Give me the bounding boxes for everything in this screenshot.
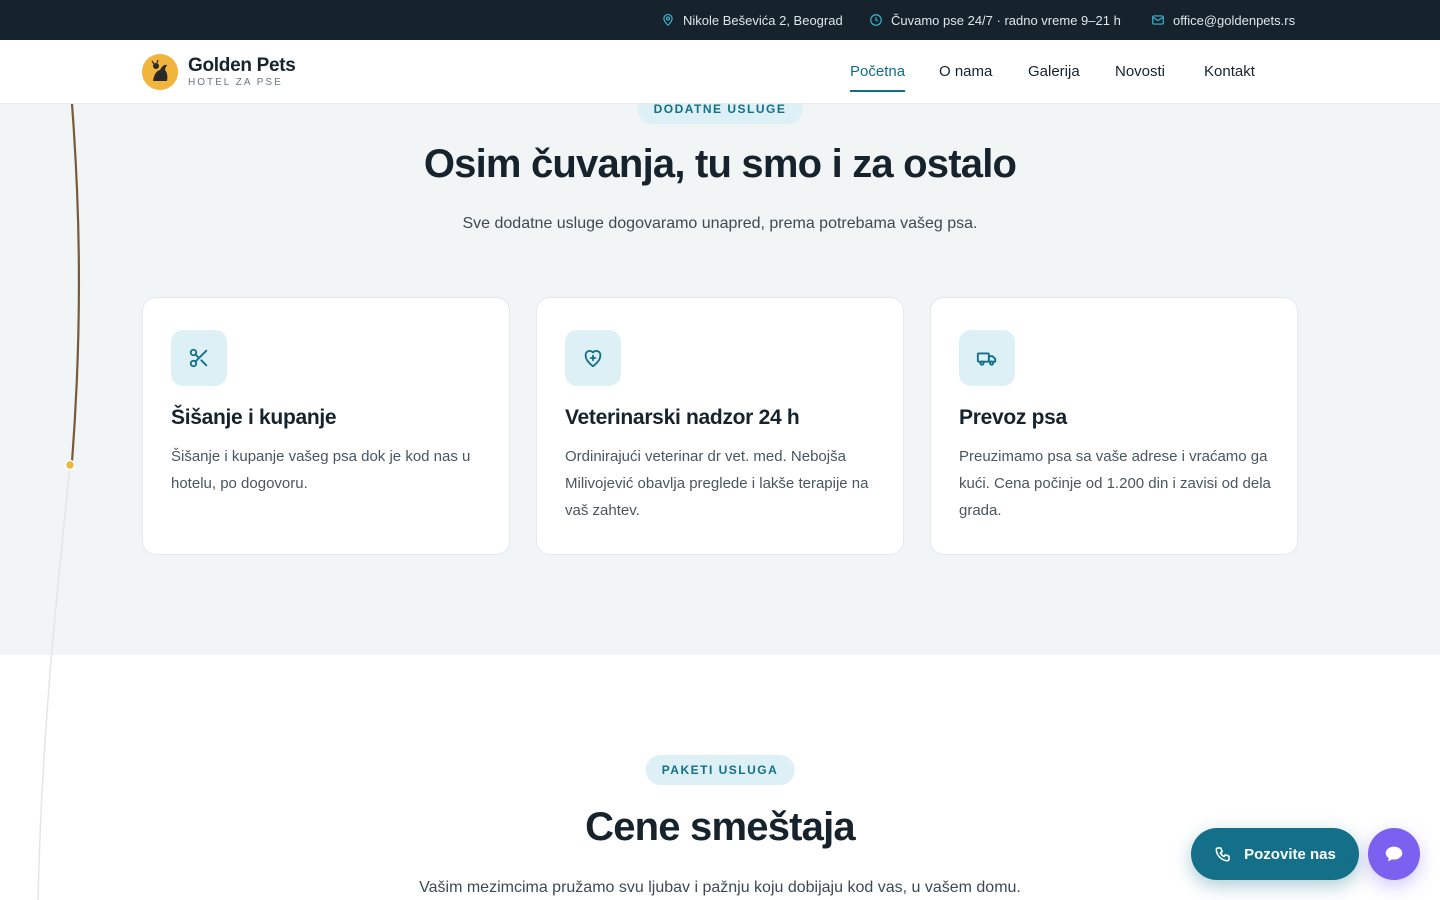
top-info-bar: Nikole Beševića 2, Beograd Čuvamo pse 24…	[0, 0, 1440, 40]
service-card-vet: Veterinarski nadzor 24 h Ordinirajući ve…	[536, 297, 904, 555]
main-navbar: Golden Pets HOTEL ZA PSE Početna O nama …	[0, 40, 1440, 104]
call-us-label: Pozovite nas	[1244, 845, 1336, 863]
nav-item-novosti[interactable]: Novosti	[1115, 63, 1165, 80]
additional-services-section: DODATNE USLUGE Osim čuvanja, tu smo i za…	[0, 94, 1440, 655]
chat-button[interactable]	[1368, 828, 1420, 880]
pricing-eyebrow: PAKETI USLUGA	[645, 755, 795, 785]
services-lead: Sve dodatne usluge dogovaramo unapred, p…	[462, 215, 978, 232]
service-card-grooming: Šišanje i kupanje Šišanje i kupanje vaše…	[142, 297, 510, 555]
call-us-button[interactable]: Pozovite nas	[1191, 828, 1359, 880]
service-card-description: Ordinirajući veterinar dr vet. med. Nebo…	[565, 448, 869, 519]
services-title: Osim čuvanja, tu smo i za ostalo	[423, 142, 1017, 186]
scissors-icon	[171, 330, 227, 386]
hours-text: Čuvamo pse 24/7 · radno vreme 9–21 h	[891, 12, 1121, 28]
brand-name: Golden Pets	[188, 54, 296, 76]
email-link[interactable]: office@goldenpets.rs	[1173, 13, 1295, 28]
service-card-description: Šišanje i kupanje vašeg psa dok je kod n…	[171, 448, 471, 492]
service-card-transport: Prevoz psa Preuzimamo psa sa vaše adrese…	[930, 297, 1298, 555]
service-card-title: Šišanje i kupanje	[171, 406, 337, 429]
shield-plus-icon	[565, 330, 621, 386]
brand-tagline: HOTEL ZA PSE	[188, 76, 283, 88]
hours-info: Čuvamo pse 24/7 · radno vreme 9–21 h	[869, 0, 1121, 40]
service-card-description: Preuzimamo psa sa vaše adrese i vraćamo …	[959, 448, 1271, 519]
nav-item-galerija[interactable]: Galerija	[1028, 63, 1080, 80]
brand-logo[interactable]: Golden Pets HOTEL ZA PSE	[142, 54, 296, 90]
phone-icon	[1215, 847, 1230, 862]
clock-icon	[870, 14, 882, 26]
address-text: Nikole Beševića 2, Beograd	[683, 12, 843, 28]
nav-item-o-nama[interactable]: O nama	[939, 63, 992, 80]
truck-icon	[959, 330, 1015, 386]
service-card-title: Veterinarski nadzor 24 h	[565, 406, 800, 429]
chat-bubble-icon	[1385, 846, 1403, 862]
service-card-title: Prevoz psa	[959, 406, 1067, 429]
nav-item-pocetna[interactable]: Početna	[850, 63, 906, 92]
email-info[interactable]: office@goldenpets.rs	[1151, 0, 1295, 40]
map-pin-icon	[663, 13, 673, 27]
mail-icon	[1152, 15, 1164, 25]
dog-logo-icon	[142, 54, 178, 90]
pricing-lead: Vašim mezimcima pružamo svu ljubav i paž…	[419, 879, 1021, 896]
address-info: Nikole Beševića 2, Beograd	[661, 0, 843, 40]
nav-item-kontakt[interactable]: Kontakt	[1204, 63, 1255, 80]
